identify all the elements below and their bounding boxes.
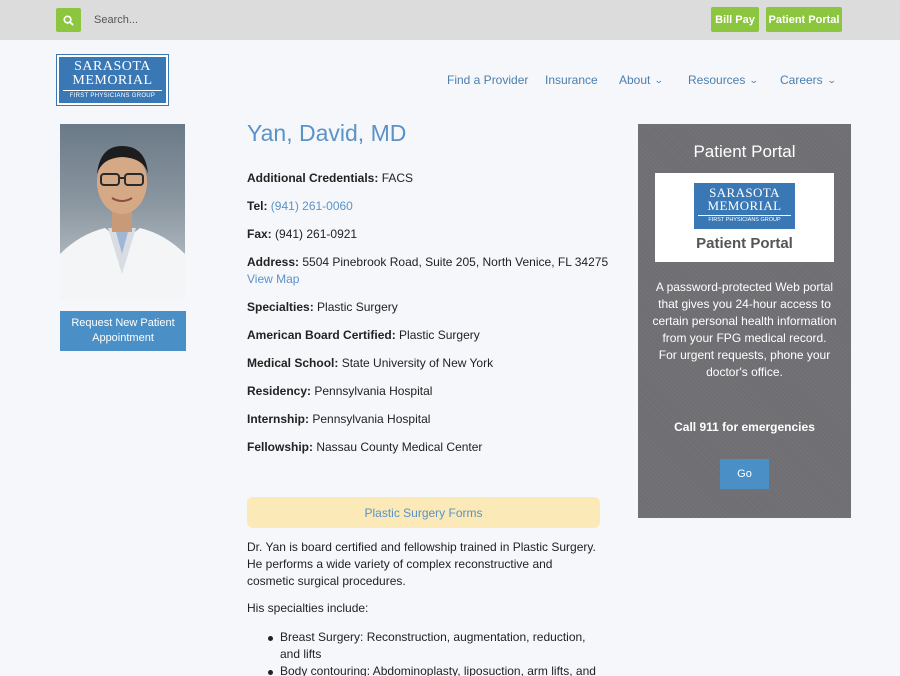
field-label: Internship: (247, 412, 309, 426)
patient-portal-logo: SARASOTA MEMORIAL FIRST PHYSICIANS GROUP… (655, 173, 834, 262)
field-value: Plastic Surgery (317, 300, 398, 314)
nav-insurance[interactable]: Insurance (545, 73, 598, 87)
field-value: 5504 Pinebrook Road, Suite 205, North Ve… (302, 255, 609, 269)
doctor-photo (60, 124, 185, 300)
specialties-field: Specialties: Plastic Surgery (247, 299, 398, 316)
patient-portal-button[interactable]: Patient Portal (766, 7, 842, 32)
view-map-link[interactable]: View Map (247, 272, 299, 286)
emergency-notice: Call 911 for emergencies (674, 420, 815, 434)
bio-specialties-intro: His specialties include: (247, 601, 369, 615)
search-icon (63, 14, 74, 26)
field-value: Nassau County Medical Center (316, 440, 483, 454)
search-button[interactable] (56, 8, 81, 32)
tel-field: Tel: (941) 261-0060 (247, 198, 353, 215)
nav-resources[interactable]: Resources ⌄ (688, 73, 760, 87)
board-field: American Board Certified: Plastic Surger… (247, 327, 480, 344)
bio-paragraph: Dr. Yan is board certified and fellowshi… (247, 540, 596, 588)
request-appointment-button[interactable]: Request New Patient Appointment (60, 311, 186, 351)
chevron-down-icon: ⌄ (826, 74, 837, 85)
nav-label: Insurance (545, 73, 598, 87)
field-value: FACS (381, 171, 414, 185)
field-label: Specialties: (247, 300, 314, 314)
field-label: American Board Certified: (247, 328, 396, 342)
field-value: Pennsylvania Hospital (314, 384, 433, 398)
bill-pay-button[interactable]: Bill Pay (711, 7, 759, 32)
field-label: Tel: (247, 199, 268, 213)
panel-title: Patient Portal (693, 142, 796, 161)
nav-find-provider[interactable]: Find a Provider (447, 73, 528, 87)
logo-line-3: FIRST PHYSICIANS GROUP (63, 90, 162, 101)
nav-label: About (619, 73, 651, 87)
logo-line-1: SARASOTA (74, 59, 151, 74)
plastic-surgery-forms-button[interactable]: Plastic Surgery Forms (247, 497, 600, 528)
portal-description: A password-protected Web portal that giv… (652, 280, 837, 379)
go-button[interactable]: Go (720, 459, 769, 489)
nav-about[interactable]: About ⌄ (619, 73, 665, 87)
fellowship-field: Fellowship: Nassau County Medical Center (247, 439, 482, 456)
chevron-down-icon: ⌄ (654, 74, 665, 85)
internship-field: Internship: Pennsylvania Hospital (247, 411, 430, 428)
field-value: Plastic Surgery (399, 328, 480, 342)
field-label: Residency: (247, 384, 312, 398)
search-input[interactable] (81, 8, 341, 32)
field-label: Address: (247, 255, 300, 269)
credentials-field: Additional Credentials: FACS (247, 170, 413, 187)
site-logo[interactable]: SARASOTA MEMORIAL FIRST PHYSICIANS GROUP (56, 54, 169, 106)
top-bar: Bill Pay Patient Portal (0, 0, 900, 40)
field-value: Pennsylvania Hospital (312, 412, 431, 426)
chevron-down-icon: ⌄ (749, 74, 760, 85)
nav-label: Resources (688, 73, 746, 87)
logo-line-3: FIRST PHYSICIANS GROUP (698, 215, 791, 225)
patient-portal-panel: Patient Portal SARASOTA MEMORIAL FIRST P… (638, 124, 851, 518)
field-label: Fax: (247, 227, 272, 241)
field-value: State University of New York (341, 356, 494, 370)
page-title: Yan, David, MD (247, 120, 407, 146)
logo-line-2: MEMORIAL (707, 198, 782, 213)
field-label: Additional Credentials: (247, 171, 379, 185)
residency-field: Residency: Pennsylvania Hospital (247, 383, 432, 400)
specialties-list: Breast Surgery: Reconstruction, augmenta… (265, 629, 600, 676)
nav-label: Careers (780, 73, 823, 87)
phone-link[interactable]: (941) 261-0060 (271, 199, 353, 213)
view-map-row: View Map (247, 271, 299, 288)
field-label: Medical School: (247, 356, 339, 370)
nav-label: Find a Provider (447, 73, 529, 87)
field-value: (941) 261-0921 (275, 227, 358, 241)
address-field: Address: 5504 Pinebrook Road, Suite 205,… (247, 254, 608, 271)
list-item: Body contouring: Abdominoplasty, liposuc… (265, 663, 600, 676)
nav-careers[interactable]: Careers ⌄ (780, 73, 837, 87)
logo-line-2: MEMORIAL (72, 73, 153, 88)
list-item: Breast Surgery: Reconstruction, augmenta… (265, 629, 600, 663)
field-label: Fellowship: (247, 440, 313, 454)
school-field: Medical School: State University of New … (247, 355, 493, 372)
portal-logo-caption: Patient Portal (696, 235, 793, 252)
fax-field: Fax: (941) 261-0921 (247, 226, 357, 243)
portal-brand-logo: SARASOTA MEMORIAL FIRST PHYSICIANS GROUP (694, 183, 795, 229)
